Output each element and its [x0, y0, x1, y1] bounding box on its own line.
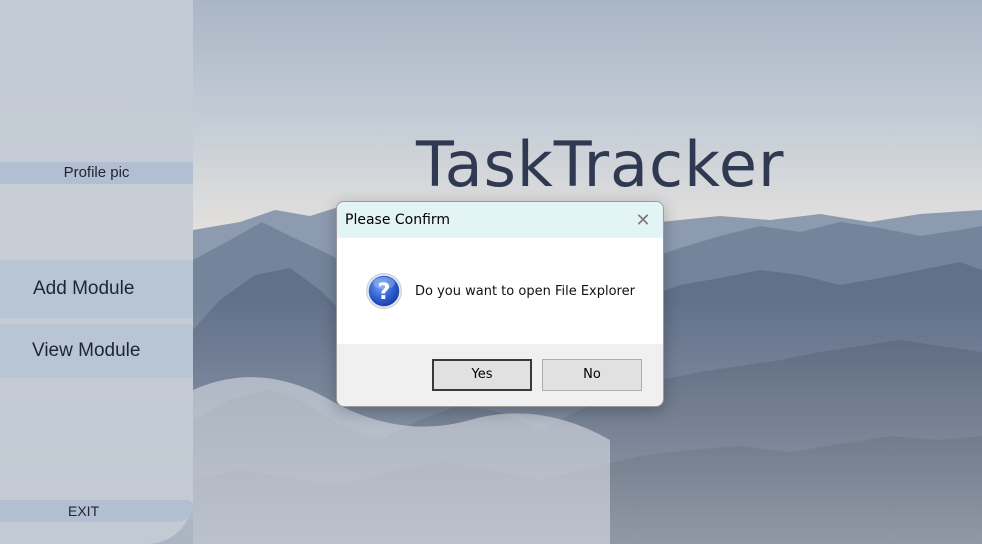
profile-pic-label[interactable]: Profile pic	[0, 162, 193, 184]
dialog-message: Do you want to open File Explorer	[415, 284, 635, 299]
dialog-titlebar[interactable]: Please Confirm ✕	[337, 202, 663, 238]
dialog-title: Please Confirm	[345, 212, 451, 228]
add-module-button[interactable]: Add Module	[0, 260, 193, 318]
app-window: Profile pic Add Module View Module EXIT …	[0, 0, 982, 544]
no-button[interactable]: No	[542, 359, 642, 391]
close-icon[interactable]: ✕	[633, 210, 653, 230]
app-title: TaskTracker	[416, 128, 785, 201]
dialog-body: ? Do you want to open File Explorer	[337, 238, 663, 344]
confirm-dialog: Please Confirm ✕ ? Do you want to open F…	[336, 201, 664, 407]
svg-text:?: ?	[378, 280, 391, 305]
yes-button[interactable]: Yes	[432, 359, 532, 391]
question-icon: ?	[366, 273, 402, 309]
sidebar: Profile pic Add Module View Module EXIT	[0, 0, 193, 544]
exit-button[interactable]: EXIT	[0, 500, 193, 522]
view-module-button[interactable]: View Module	[0, 324, 193, 378]
